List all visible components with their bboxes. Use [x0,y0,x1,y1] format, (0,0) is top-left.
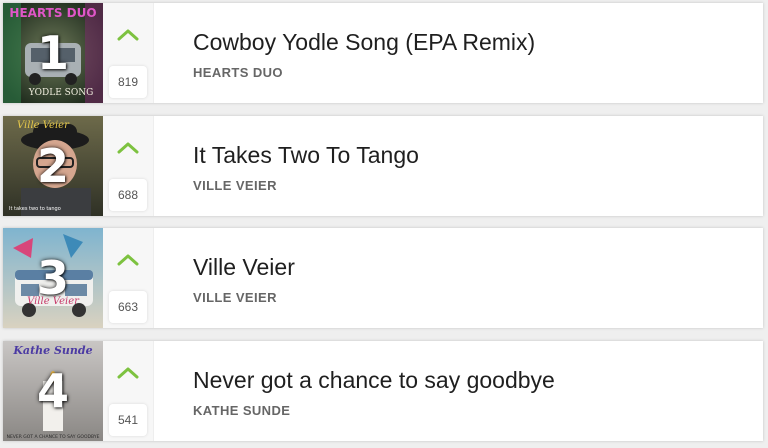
rank-number: 2 [36,139,69,193]
chart-entry[interactable]: Kathe Sunde NEVER GOT A CHANCE TO SAY GO… [3,341,763,441]
vote-panel: 541 [103,341,154,441]
rank-number: 1 [36,26,69,80]
artist-name[interactable]: HEARTS DUO [193,65,283,80]
vote-count: 688 [109,179,147,211]
chevron-up-icon[interactable] [115,252,141,268]
song-title[interactable]: It Takes Two To Tango [193,142,419,169]
song-title[interactable]: Never got a chance to say goodbye [193,367,555,394]
vote-panel: 688 [103,116,154,216]
chevron-up-icon[interactable] [115,27,141,43]
song-title[interactable]: Ville Veier [193,254,295,281]
song-chart-list: HEARTS DUO YODLE SONG 1 819 Cowboy Yodle… [0,0,768,448]
song-title[interactable]: Cowboy Yodle Song (EPA Remix) [193,29,535,56]
vote-panel: 663 [103,228,154,328]
rank-number: 3 [36,251,69,305]
artist-name[interactable]: VILLE VEIER [193,178,277,193]
vote-count: 819 [109,66,147,98]
rank-number: 4 [36,364,69,418]
chevron-up-icon[interactable] [115,140,141,156]
vote-panel: 819 [103,3,154,103]
chevron-up-icon[interactable] [115,365,141,381]
vote-count: 541 [109,404,147,436]
vote-count: 663 [109,291,147,323]
chart-entry[interactable]: Ville Veier It takes two to tango 2 688 … [3,116,763,216]
artist-name[interactable]: KATHE SUNDE [193,403,290,418]
chart-entry[interactable]: HEARTS DUO YODLE SONG 1 819 Cowboy Yodle… [3,3,763,103]
artist-name[interactable]: VILLE VEIER [193,290,277,305]
chart-entry[interactable]: Ville Veier 3 663 Ville Veier VILLE VEIE… [3,228,763,328]
